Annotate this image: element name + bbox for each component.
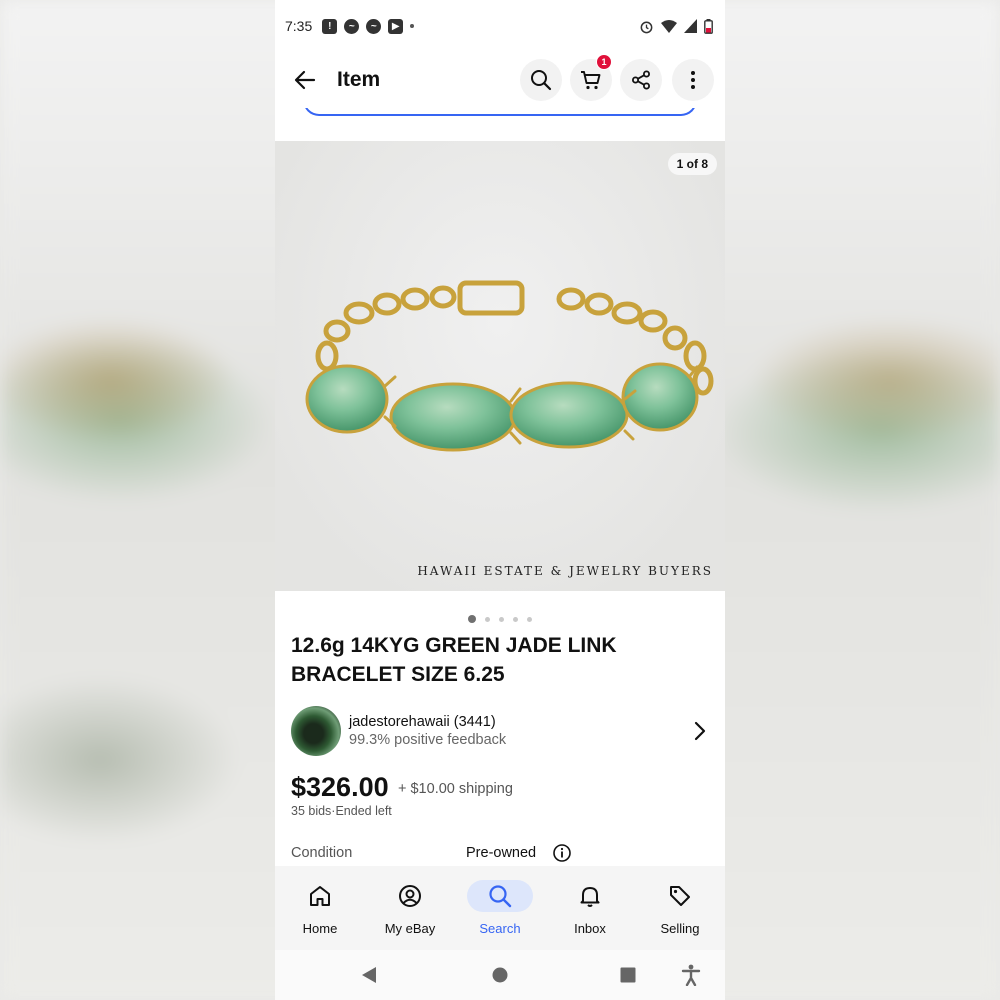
nav-my-ebay-icon-wrap xyxy=(377,880,443,912)
wifi-icon xyxy=(661,20,677,33)
cart-button[interactable]: 1 xyxy=(570,54,612,101)
nav-home-label: Home xyxy=(302,921,338,936)
condition-value: Pre-owned xyxy=(466,845,537,861)
nav-selling-icon-wrap xyxy=(647,880,713,912)
cart-count-badge: 1 xyxy=(596,54,612,70)
battery-icon xyxy=(704,18,713,34)
nav-search-icon-wrap xyxy=(467,880,533,912)
carousel-dot[interactable] xyxy=(468,615,476,623)
status-time: 7:35 xyxy=(285,18,313,34)
system-recents-icon[interactable] xyxy=(620,967,636,983)
signal-icon xyxy=(684,19,697,33)
messenger-icon: ~ xyxy=(344,18,360,34)
carousel-dot[interactable] xyxy=(485,616,490,622)
back-button[interactable] xyxy=(291,67,319,93)
dot-icon xyxy=(410,24,415,28)
messenger-icon: ~ xyxy=(366,18,382,34)
nav-home-icon-wrap xyxy=(287,880,353,912)
share-button[interactable] xyxy=(620,59,662,101)
tag-icon xyxy=(670,886,690,906)
bell-icon xyxy=(580,887,600,907)
alarm-icon xyxy=(640,21,653,33)
youtube-icon: ▶ xyxy=(388,18,404,34)
image-watermark: HAWAII ESTATE & JEWELRY BUYERS xyxy=(417,564,713,578)
item-price: $326.00 xyxy=(291,772,389,802)
condition-label: Condition xyxy=(291,845,353,861)
nav-selling-label: Selling xyxy=(660,921,700,936)
image-counter: 1 of 8 xyxy=(667,153,717,175)
nav-inbox-label: Inbox xyxy=(574,921,606,936)
nav-home[interactable]: Home xyxy=(275,866,365,950)
phone-screen: 7:35 ! ~ ~ ▶ Item 1 1 of 8 HAWAII ESTATE… xyxy=(275,0,725,1000)
bottom-navigation: Home My eBay Search Inbox Selling xyxy=(275,866,725,950)
accessibility-icon[interactable] xyxy=(681,964,701,986)
carousel-dot[interactable] xyxy=(499,616,504,622)
system-navigation-bar xyxy=(275,950,725,1000)
search-button[interactable] xyxy=(520,59,562,101)
item-title: 12.6g 14KYG GREEN JADE LINK BRACELET SIZ… xyxy=(291,634,617,686)
nav-inbox[interactable]: Inbox xyxy=(545,866,635,950)
more-vert-icon xyxy=(691,71,695,89)
nav-my-ebay[interactable]: My eBay xyxy=(365,866,455,950)
carousel-dots xyxy=(275,615,725,623)
seller-name: jadestorehawaii (3441) xyxy=(349,714,496,730)
alert-icon: ! xyxy=(322,18,338,34)
system-back-icon[interactable] xyxy=(361,966,377,984)
seller-feedback: 99.3% positive feedback xyxy=(349,732,507,748)
search-icon xyxy=(531,70,552,91)
shipping-cost: + $10.00 shipping xyxy=(398,781,513,797)
seller-row[interactable]: jadestorehawaii (3441) 99.3% positive fe… xyxy=(291,706,711,758)
more-options-button[interactable] xyxy=(672,59,714,101)
search-icon xyxy=(489,885,512,908)
info-icon[interactable] xyxy=(552,843,572,863)
jade-bracelet-image xyxy=(305,280,714,452)
bids-status: 35 bids·Ended left xyxy=(291,804,392,818)
notification-icons: ! ~ ~ ▶ xyxy=(322,18,415,34)
home-icon xyxy=(310,886,330,906)
nav-search-label: Search xyxy=(479,921,521,936)
carousel-dot[interactable] xyxy=(527,616,532,622)
nav-inbox-icon-wrap xyxy=(557,880,623,912)
item-image[interactable]: 1 of 8 HAWAII ESTATE & JEWELRY BUYERS xyxy=(275,141,725,591)
cart-icon xyxy=(581,71,601,90)
nav-selling[interactable]: Selling xyxy=(635,866,725,950)
carousel-dot[interactable] xyxy=(513,616,518,622)
search-bar-edge[interactable] xyxy=(303,108,697,116)
app-header: Item 1 xyxy=(275,54,725,102)
chevron-right-icon xyxy=(694,721,706,741)
seller-avatar xyxy=(291,706,341,756)
nav-my-ebay-label: My eBay xyxy=(384,921,436,936)
account-icon xyxy=(399,885,421,907)
system-home-icon[interactable] xyxy=(492,967,508,983)
nav-search[interactable]: Search xyxy=(455,866,545,950)
share-icon xyxy=(632,70,650,90)
page-title: Item xyxy=(337,68,381,91)
status-bar: 7:35 ! ~ ~ ▶ xyxy=(275,0,725,52)
system-icons xyxy=(639,18,713,34)
back-arrow-icon xyxy=(294,70,316,90)
